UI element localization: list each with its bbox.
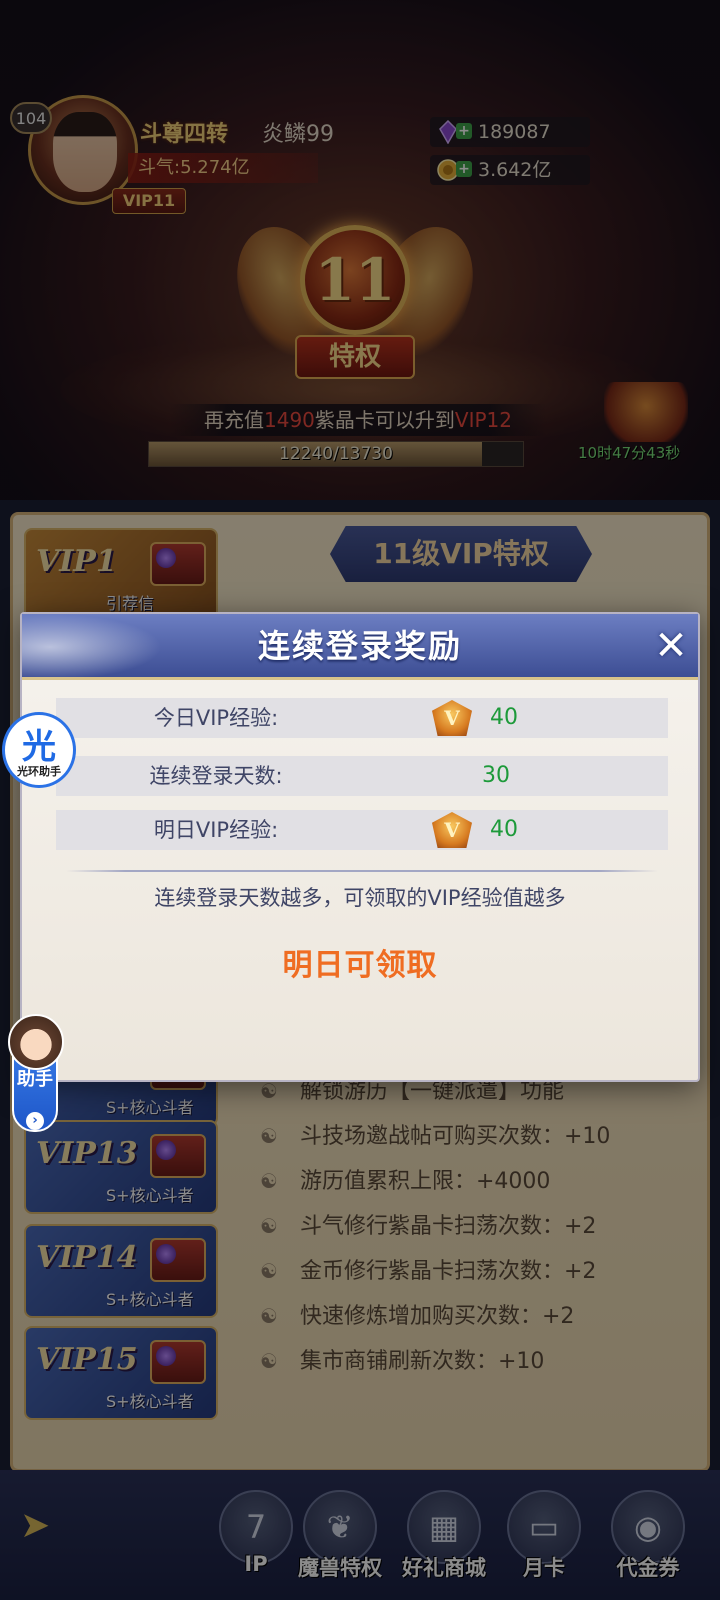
- today-vip-exp-row: 今日VIP经验: V 40: [56, 698, 668, 738]
- close-icon[interactable]: ✕: [652, 626, 690, 666]
- row-value: 40: [490, 705, 518, 730]
- helper-avatar-icon: [8, 1014, 64, 1070]
- vip-exp-badge-icon: V: [432, 812, 472, 848]
- dialog-title: 连续登录奖励: [257, 627, 462, 665]
- tomorrow-vip-exp-row: 明日VIP经验: V 40: [56, 810, 668, 850]
- row-label: 连续登录天数:: [149, 764, 283, 788]
- row-label: 今日VIP经验:: [153, 706, 279, 730]
- helper-label: 助手: [17, 1069, 53, 1090]
- dialog-divider: [66, 870, 658, 872]
- halo-assistant-label: 光环助手: [17, 765, 61, 778]
- row-value: 40: [490, 817, 518, 842]
- login-reward-dialog: 连续登录奖励 ✕ 今日VIP经验: V 40 连续登录天数: 30 明日VIP经…: [20, 612, 700, 1082]
- halo-assistant-button[interactable]: 光 光环助手: [2, 712, 76, 788]
- row-label: 明日VIP经验:: [153, 818, 279, 842]
- vip-exp-badge-icon: V: [432, 700, 472, 736]
- claim-tomorrow-button[interactable]: 明日可领取: [22, 940, 698, 984]
- chevron-right-icon: ›: [26, 1112, 44, 1130]
- dialog-header: 连续登录奖励 ✕: [22, 614, 698, 680]
- login-reward-hint: 连续登录天数越多，可领取的VIP经验值越多: [154, 886, 566, 910]
- row-value: 30: [482, 763, 510, 788]
- login-days-row: 连续登录天数: 30: [56, 756, 668, 796]
- halo-logo: 光: [22, 727, 56, 767]
- helper-floating-button[interactable]: 助手 ›: [8, 1014, 64, 1132]
